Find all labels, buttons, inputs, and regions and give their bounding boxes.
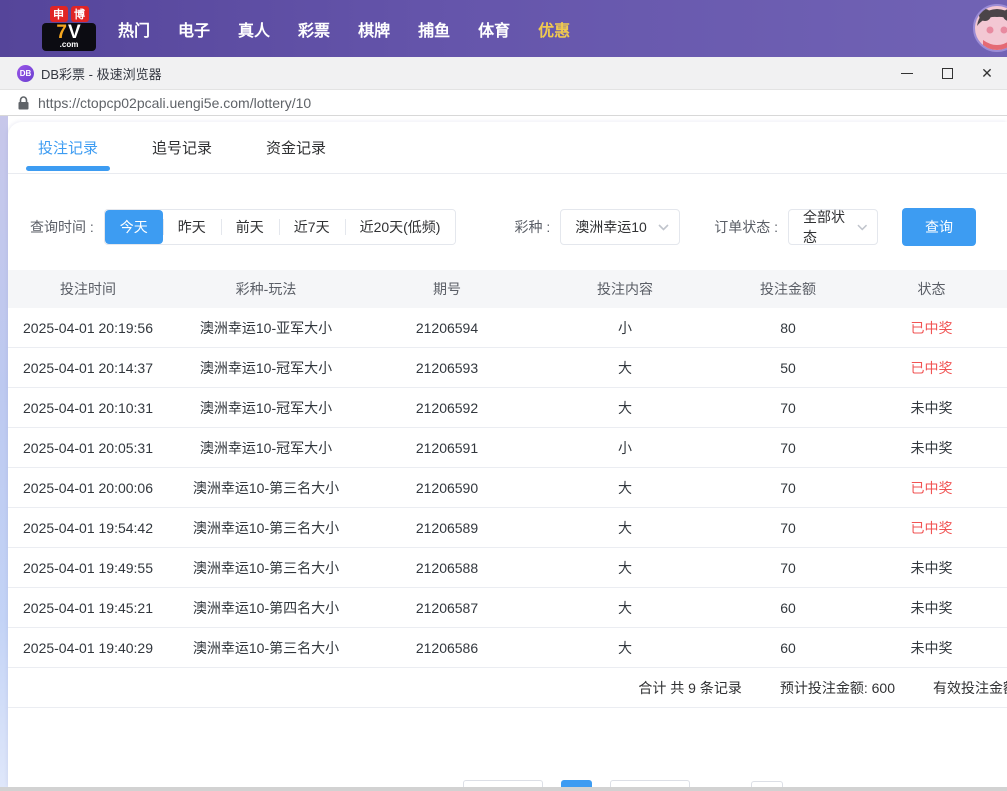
- nav-item-slots[interactable]: 电子: [178, 17, 210, 41]
- page-left-gutter: [0, 116, 8, 787]
- status-badge: 未中奖: [856, 438, 1007, 458]
- nav-item-board[interactable]: 棋牌: [358, 17, 390, 41]
- close-button[interactable]: ✕: [967, 57, 1007, 89]
- col-bet-amount: 投注金额: [720, 279, 856, 299]
- status-badge: 未中奖: [856, 558, 1007, 578]
- page-content: 投注记录 追号记录 资金记录 查询时间 : 今天 昨天 前天 近7天 近20天(…: [0, 116, 1007, 787]
- nav-item-lottery[interactable]: 彩票: [298, 17, 330, 41]
- status-filter-label: 订单状态 :: [714, 217, 778, 237]
- filter-bar: 查询时间 : 今天 昨天 前天 近7天 近20天(低频) 彩种 : 澳洲幸运10…: [8, 174, 1007, 256]
- user-avatar[interactable]: [973, 4, 1007, 52]
- nav-item-fishing[interactable]: 捕鱼: [418, 17, 450, 41]
- lottery-select[interactable]: 澳洲幸运10: [560, 209, 680, 245]
- status-badge: 未中奖: [856, 398, 1007, 418]
- time-option-today[interactable]: 今天: [105, 210, 163, 244]
- table-row: 2025-04-01 19:40:29 澳洲幸运10-第三名大小 2120658…: [8, 628, 1007, 668]
- col-bet-content: 投注内容: [530, 279, 720, 299]
- table-row: 2025-04-01 20:05:31 澳洲幸运10-冠军大小 21206591…: [8, 428, 1007, 468]
- window-title: DB彩票 - 极速浏览器: [41, 64, 162, 83]
- table-row: 2025-04-01 19:49:55 澳洲幸运10-第三名大小 2120658…: [8, 548, 1007, 588]
- summary-total-records: 合计 共 9 条记录: [638, 678, 741, 698]
- lock-icon: [18, 96, 29, 110]
- col-play: 彩种-玩法: [168, 279, 364, 299]
- status-badge: 未中奖: [856, 598, 1007, 618]
- summary-expected-amount: 预计投注金额: 600: [780, 678, 895, 698]
- maximize-button[interactable]: [927, 57, 967, 89]
- table-row: 2025-04-01 19:45:21 澳洲幸运10-第四名大小 2120658…: [8, 588, 1007, 628]
- nav-item-sports[interactable]: 体育: [478, 17, 510, 41]
- minimize-button[interactable]: [887, 57, 927, 89]
- table-header: 投注时间 彩种-玩法 期号 投注内容 投注金额 状态: [8, 270, 1007, 308]
- table-row: 2025-04-01 20:19:56 澳洲幸运10-亚军大小 21206594…: [8, 308, 1007, 348]
- time-option-day-before[interactable]: 前天: [221, 210, 279, 244]
- nav-item-hot[interactable]: 热门: [118, 17, 150, 41]
- avatar-illustration: [975, 6, 1007, 50]
- time-option-last20days[interactable]: 近20天(低频): [345, 210, 456, 244]
- active-tab-underline: [26, 166, 110, 171]
- summary-valid-amount: 有效投注金额: [933, 678, 1007, 698]
- window-bottom-edge: [0, 787, 1007, 791]
- lottery-filter-label: 彩种 :: [514, 217, 550, 237]
- table-row: 2025-04-01 20:14:37 澳洲幸运10-冠军大小 21206593…: [8, 348, 1007, 388]
- status-badge: 已中奖: [856, 518, 1007, 538]
- site-navbar: 申 博 7V .com 热门 电子 真人 彩票 棋牌 捕鱼 体育 优惠: [0, 0, 1007, 57]
- status-badge: 未中奖: [856, 638, 1007, 658]
- tab-fund-records[interactable]: 资金记录: [262, 122, 330, 173]
- col-status: 状态: [856, 279, 1007, 299]
- tab-bet-records[interactable]: 投注记录: [34, 122, 102, 173]
- minimize-icon: [901, 73, 913, 74]
- order-status-select[interactable]: 全部状态: [788, 209, 878, 245]
- time-option-last7days[interactable]: 近7天: [279, 210, 345, 244]
- close-icon: ✕: [981, 66, 993, 80]
- chevron-down-icon: [857, 224, 868, 231]
- table-row: 2025-04-01 20:10:31 澳洲幸运10-冠军大小 21206592…: [8, 388, 1007, 428]
- tab-chase-records[interactable]: 追号记录: [148, 122, 216, 173]
- col-issue: 期号: [364, 279, 530, 299]
- table-row: 2025-04-01 20:00:06 澳洲幸运10-第三名大小 2120659…: [8, 468, 1007, 508]
- maximize-icon: [942, 68, 953, 79]
- url-text[interactable]: https://ctopcp02pcali.uengi5e.com/lotter…: [38, 95, 311, 111]
- nav-item-promo[interactable]: 优惠: [538, 17, 570, 41]
- time-range-segmented: 今天 昨天 前天 近7天 近20天(低频): [104, 209, 457, 245]
- logo-sub-text: .com: [44, 41, 94, 49]
- status-badge: 已中奖: [856, 358, 1007, 378]
- status-badge: 已中奖: [856, 318, 1007, 338]
- record-tabs: 投注记录 追号记录 资金记录: [8, 122, 1007, 174]
- records-card: 投注记录 追号记录 资金记录 查询时间 : 今天 昨天 前天 近7天 近20天(…: [8, 122, 1007, 787]
- time-option-yesterday[interactable]: 昨天: [163, 210, 221, 244]
- address-bar: https://ctopcp02pcali.uengi5e.com/lotter…: [0, 90, 1007, 116]
- col-bet-time: 投注时间: [8, 279, 168, 299]
- browser-titlebar: DB DB彩票 - 极速浏览器 ✕: [0, 57, 1007, 90]
- nav-menu: 热门 电子 真人 彩票 棋牌 捕鱼 体育 优惠: [118, 17, 570, 41]
- chevron-down-icon: [658, 224, 669, 231]
- status-badge: 已中奖: [856, 478, 1007, 498]
- table-summary: 合计 共 9 条记录 预计投注金额: 600 有效投注金额: [8, 668, 1007, 708]
- logo-chip-bo: 博: [71, 6, 89, 22]
- site-logo[interactable]: 申 博 7V .com: [42, 6, 96, 51]
- table-row: 2025-04-01 19:54:42 澳洲幸运10-第三名大小 2120658…: [8, 508, 1007, 548]
- browser-tab-icon: DB: [17, 65, 34, 82]
- time-filter-label: 查询时间 :: [30, 217, 94, 237]
- logo-chip-shen: 申: [50, 6, 68, 22]
- query-button[interactable]: 查询: [902, 208, 976, 246]
- nav-item-live[interactable]: 真人: [238, 17, 270, 41]
